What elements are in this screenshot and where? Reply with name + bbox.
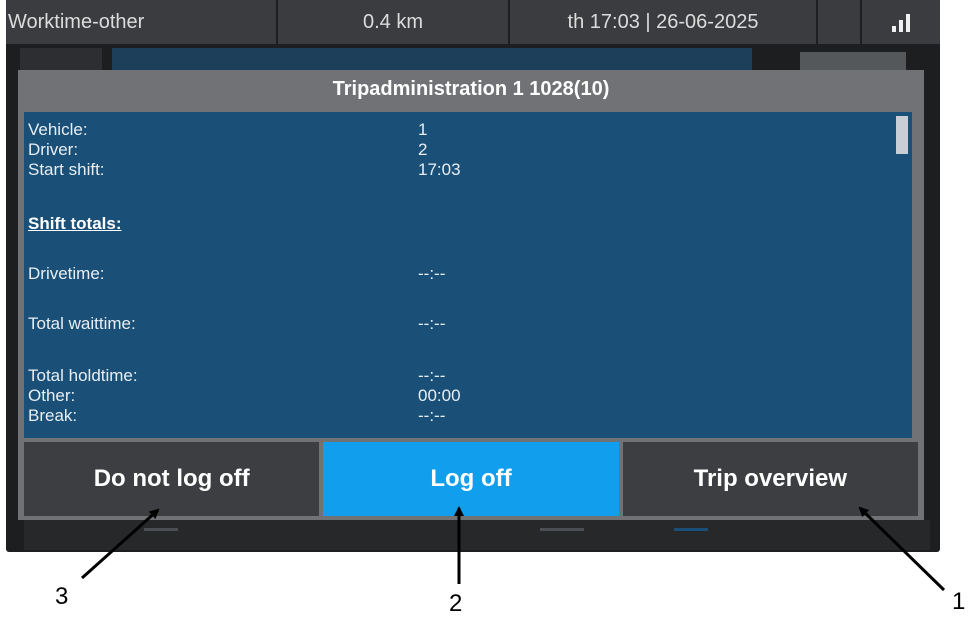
callout-number-2: 2 (449, 590, 463, 617)
callout-number-3: 3 (55, 583, 69, 610)
callout-number-1: 1 (952, 588, 966, 615)
callout-arrows (80, 506, 946, 592)
callout-arrow-1 (858, 506, 946, 592)
callout-arrow-3 (80, 508, 160, 580)
